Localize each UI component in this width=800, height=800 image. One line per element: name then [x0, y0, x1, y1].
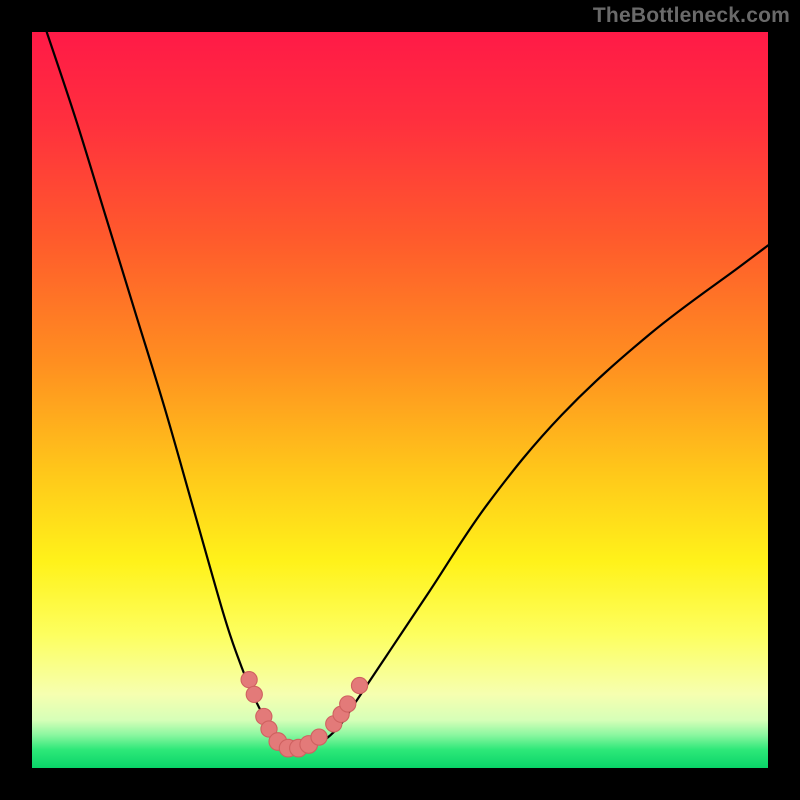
watermark-text: TheBottleneck.com: [593, 4, 790, 28]
highlight-dot: [340, 696, 356, 712]
highlight-dot: [311, 729, 327, 745]
highlight-dots: [241, 672, 368, 757]
highlight-dot: [246, 686, 262, 702]
plot-area: [32, 32, 768, 768]
outer-frame: TheBottleneck.com: [0, 0, 800, 800]
highlight-dot: [351, 677, 367, 693]
curve-layer: [32, 32, 768, 768]
bottleneck-curve: [47, 32, 768, 750]
highlight-dot: [241, 672, 257, 688]
